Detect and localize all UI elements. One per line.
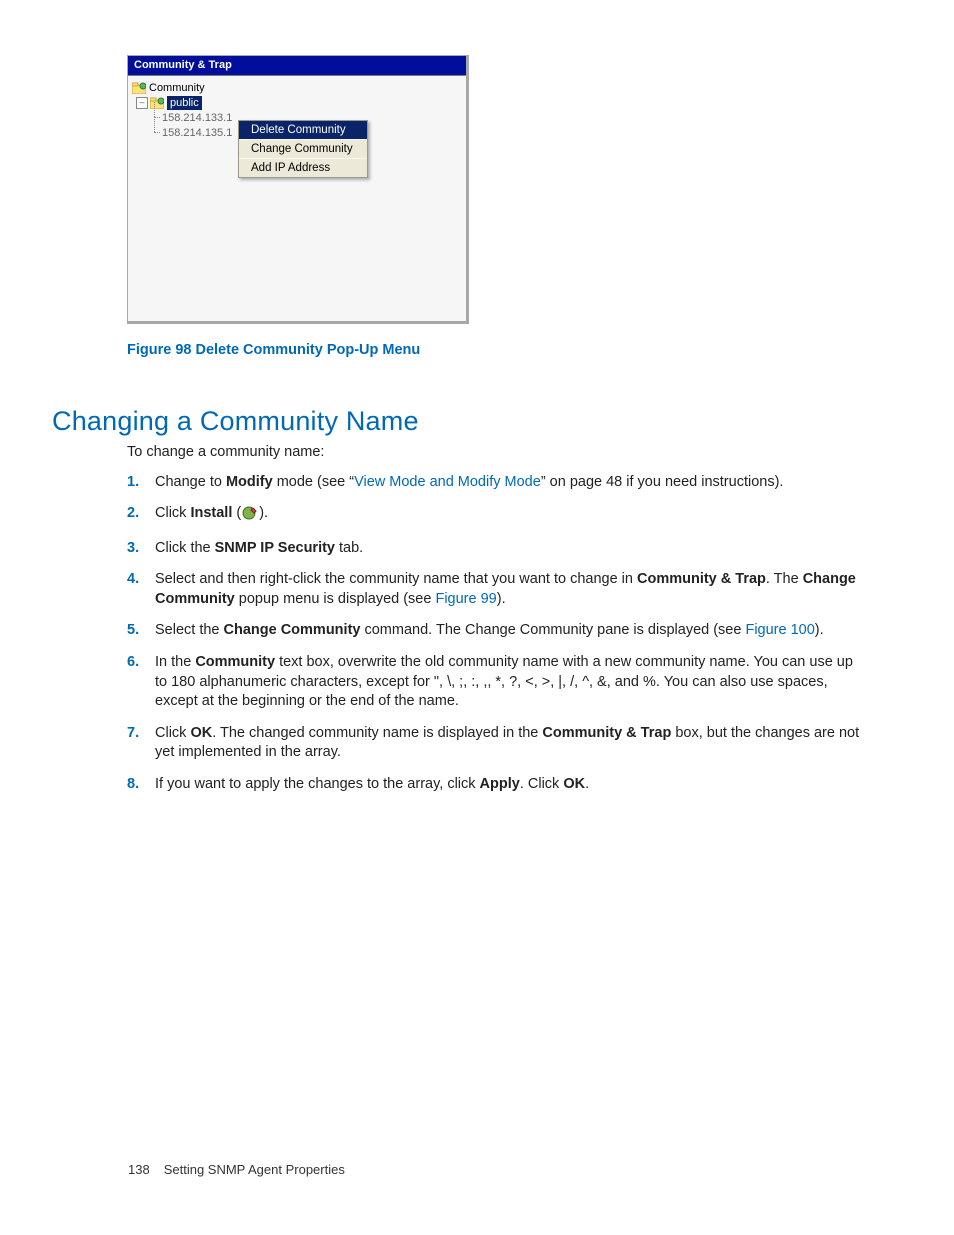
step-6: In the Community text box, overwrite the…	[127, 653, 869, 724]
menu-item-delete-community[interactable]: Delete Community	[239, 121, 367, 139]
bold: Apply	[480, 776, 520, 792]
bold: Install	[190, 505, 232, 521]
text: . Click	[520, 776, 564, 792]
bold: Change Community	[224, 622, 361, 638]
text: In the	[155, 654, 195, 670]
tree-node-public[interactable]: – public	[132, 95, 466, 110]
text: ).	[815, 622, 824, 638]
bold: Community	[195, 654, 275, 670]
ip-label: 158.214.135.1	[162, 127, 232, 139]
step-5: Select the Change Community command. The…	[127, 621, 869, 653]
text: . The changed community name is displaye…	[212, 725, 542, 741]
step-4: Select and then right-click the communit…	[127, 570, 869, 621]
link-figure-100[interactable]: Figure 100	[745, 622, 814, 638]
menu-item-add-ip[interactable]: Add IP Address	[239, 158, 367, 177]
text: mode (see “	[273, 474, 354, 490]
text: Click the	[155, 540, 215, 556]
expander-icon[interactable]: –	[136, 97, 148, 109]
steps-list: Change to Modify mode (see “View Mode an…	[127, 473, 869, 807]
bold: Community & Trap	[542, 725, 671, 741]
text: Click	[155, 725, 190, 741]
tree-label: Community	[149, 82, 205, 94]
step-1: Change to Modify mode (see “View Mode an…	[127, 473, 869, 505]
step-7: Click OK. The changed community name is …	[127, 724, 869, 775]
text: . The	[766, 571, 803, 587]
intro-text: To change a community name:	[127, 443, 869, 463]
folder-icon	[132, 82, 146, 94]
text: tab.	[335, 540, 363, 556]
bold: Modify	[226, 474, 273, 490]
bold: OK	[190, 725, 212, 741]
tree-node-community[interactable]: Community	[132, 80, 466, 95]
section-heading: Changing a Community Name	[52, 406, 869, 437]
text: Change to	[155, 474, 226, 490]
step-2: Click Install ().	[127, 504, 869, 539]
bold: Community & Trap	[637, 571, 766, 587]
text: ).	[259, 505, 268, 521]
menu-item-change-community[interactable]: Change Community	[239, 139, 367, 158]
tree-view: Community – public 158.214.133.1 158.214…	[128, 76, 466, 140]
text: command. The Change Community pane is di…	[360, 622, 745, 638]
text: ).	[497, 591, 506, 607]
ip-label: 158.214.133.1	[162, 112, 232, 124]
text: ” on page 48 if you need instructions).	[541, 474, 784, 490]
text: (	[232, 505, 241, 521]
panel-header: Community & Trap	[128, 56, 466, 76]
text: If you want to apply the changes to the …	[155, 776, 480, 792]
step-8: If you want to apply the changes to the …	[127, 775, 869, 807]
link-figure-99[interactable]: Figure 99	[435, 591, 496, 607]
step-3: Click the SNMP IP Security tab.	[127, 539, 869, 571]
footer-title: Setting SNMP Agent Properties	[164, 1162, 345, 1177]
text: .	[585, 776, 589, 792]
install-icon	[242, 506, 258, 527]
folder-icon	[150, 97, 164, 109]
text: Select the	[155, 622, 224, 638]
link-view-modify-mode[interactable]: View Mode and Modify Mode	[354, 474, 541, 490]
bold: SNMP IP Security	[215, 540, 335, 556]
context-menu: Delete Community Change Community Add IP…	[238, 120, 368, 178]
text: popup menu is displayed (see	[235, 591, 436, 607]
tree-label-selected: public	[167, 96, 202, 110]
page-number: 138	[128, 1162, 150, 1177]
bold: OK	[563, 776, 585, 792]
figure-caption: Figure 98 Delete Community Pop-Up Menu	[127, 342, 869, 358]
page-footer: 138 Setting SNMP Agent Properties	[128, 1162, 345, 1177]
screenshot-panel: Community & Trap Community –	[127, 55, 469, 324]
text: Select and then right-click the communit…	[155, 571, 637, 587]
text: Click	[155, 505, 190, 521]
